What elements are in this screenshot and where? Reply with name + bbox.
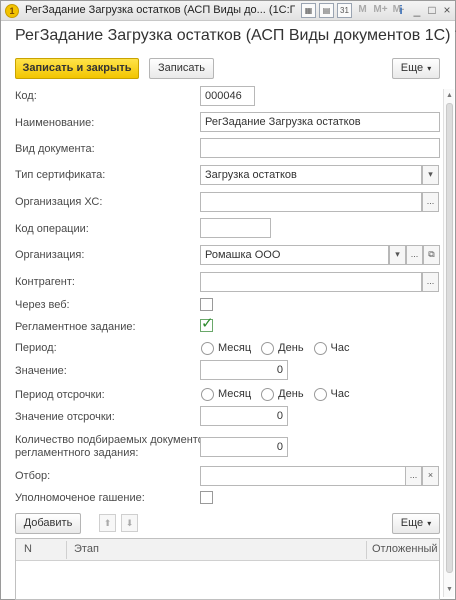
org-hs-field[interactable] bbox=[200, 192, 422, 212]
clear-icon[interactable]: × bbox=[422, 466, 439, 486]
delay-radio-day[interactable]: День bbox=[261, 387, 304, 401]
column-header-stage[interactable]: Этап bbox=[74, 543, 99, 555]
ellipsis-icon[interactable]: ... bbox=[422, 192, 439, 212]
radio-circle[interactable] bbox=[261, 387, 275, 401]
title-toolbar: ▦ ▤ 31 M M+ M- bbox=[301, 3, 406, 19]
scroll-down-icon[interactable]: ▼ bbox=[445, 585, 454, 595]
table-icon[interactable]: ▦ bbox=[301, 3, 316, 18]
memory-icon[interactable]: M bbox=[355, 3, 370, 18]
table-header: N Этап Отложенный bbox=[16, 539, 439, 561]
via-web-label: Через веб: bbox=[15, 299, 70, 311]
doc-type-field[interactable] bbox=[200, 138, 440, 158]
name-label: Наименование: bbox=[15, 117, 95, 129]
open-icon[interactable]: ⧉ bbox=[423, 245, 440, 265]
delay-value-field[interactable]: 0 bbox=[200, 406, 288, 426]
code-field[interactable]: 000046 bbox=[200, 86, 255, 106]
authorized-repay-checkbox[interactable] bbox=[200, 491, 213, 504]
counterparty-label: Контрагент: bbox=[15, 276, 75, 288]
column-divider bbox=[366, 541, 367, 559]
via-web-checkbox[interactable] bbox=[200, 298, 213, 311]
column-header-deferred[interactable]: Отложенный bbox=[372, 543, 438, 555]
calculator-icon[interactable]: ▤ bbox=[319, 3, 334, 18]
period-label: Период: bbox=[15, 342, 57, 354]
move-down-icon[interactable]: ⬇ bbox=[121, 514, 138, 532]
period-radio-month[interactable]: Месяц bbox=[201, 341, 251, 355]
scheduled-task-label: Регламентное задание: bbox=[15, 321, 136, 333]
docs-count-label-line1: Количество подбираемых документов bbox=[15, 434, 210, 446]
value-field[interactable]: 0 bbox=[200, 360, 288, 380]
filter-field[interactable] bbox=[200, 466, 422, 486]
radio-circle[interactable] bbox=[201, 387, 214, 401]
org-hs-label: Организация ХС: bbox=[15, 196, 103, 208]
column-header-n[interactable]: N bbox=[24, 543, 32, 555]
scroll-up-icon[interactable]: ▲ bbox=[445, 91, 454, 101]
scroll-thumb[interactable] bbox=[446, 103, 453, 573]
ellipsis-icon[interactable]: ... bbox=[406, 245, 423, 265]
organization-label: Организация: bbox=[15, 249, 85, 261]
minimize-button[interactable]: _ bbox=[409, 3, 425, 18]
memory-plus-icon[interactable]: M+ bbox=[373, 3, 388, 18]
radio-circle[interactable] bbox=[313, 341, 327, 355]
value-label: Значение: bbox=[15, 365, 67, 377]
period-radio-day[interactable]: День bbox=[261, 341, 304, 355]
app-window: 1 РегЗадание Загрузка остатков (АСП Виды… bbox=[0, 0, 456, 600]
save-button[interactable]: Записать bbox=[149, 58, 214, 79]
save-and-close-button[interactable]: Записать и закрыть bbox=[15, 58, 139, 79]
form-scrollbar[interactable]: ▲ ▼ bbox=[443, 89, 454, 597]
maximize-button[interactable]: □ bbox=[424, 3, 440, 18]
calendar-icon[interactable]: 31 bbox=[337, 3, 352, 18]
more-button[interactable]: Еще ▾ bbox=[392, 58, 440, 79]
more-label: Еще bbox=[400, 62, 424, 74]
organization-field[interactable]: Ромашка ООО bbox=[200, 245, 389, 265]
radio-circle[interactable] bbox=[313, 387, 327, 401]
ellipsis-icon[interactable]: ... bbox=[422, 272, 439, 292]
filter-label: Отбор: bbox=[15, 470, 51, 482]
close-button[interactable]: × bbox=[439, 3, 455, 18]
period-radio-group: Месяц День Час bbox=[201, 340, 360, 356]
move-up-icon[interactable]: ⬆ bbox=[99, 514, 116, 532]
chevron-down-icon[interactable]: ▾ bbox=[389, 245, 406, 265]
docs-count-label-line2: регламентного задания: bbox=[15, 447, 139, 459]
op-code-field[interactable] bbox=[200, 218, 271, 238]
info-icon[interactable]: i bbox=[393, 3, 409, 18]
table-more-button[interactable]: Еще ▾ bbox=[392, 513, 440, 534]
cert-type-label: Тип сертификата: bbox=[15, 169, 106, 181]
delay-period-radio-group: Месяц День Час bbox=[201, 386, 360, 402]
radio-circle[interactable] bbox=[201, 341, 214, 355]
period-radio-hour[interactable]: Час bbox=[313, 341, 350, 355]
delay-radio-hour[interactable]: Час bbox=[313, 387, 350, 401]
delay-value-label: Значение отсрочки: bbox=[15, 411, 115, 423]
page-title: РегЗадание Загрузка остатков (АСП Виды д… bbox=[15, 27, 456, 44]
window-title: РегЗадание Загрузка остатков (АСП Виды д… bbox=[25, 4, 295, 16]
docs-count-field[interactable]: 0 bbox=[200, 437, 288, 457]
column-divider bbox=[66, 541, 67, 559]
stages-table[interactable]: N Этап Отложенный bbox=[15, 538, 440, 600]
radio-circle[interactable] bbox=[261, 341, 275, 355]
app-logo-icon: 1 bbox=[5, 4, 19, 18]
delay-period-label: Период отсрочки: bbox=[15, 389, 105, 401]
scheduled-task-checkbox[interactable]: ✓ bbox=[200, 315, 214, 332]
code-label: Код: bbox=[15, 90, 37, 102]
cert-type-select[interactable]: Загрузка остатков bbox=[200, 165, 422, 185]
doc-type-label: Вид документа: bbox=[15, 143, 95, 155]
counterparty-field[interactable] bbox=[200, 272, 422, 292]
check-icon: ✓ bbox=[201, 315, 214, 332]
chevron-down-icon: ▾ bbox=[427, 64, 432, 73]
name-field[interactable]: РегЗадание Загрузка остатков bbox=[200, 112, 440, 132]
op-code-label: Код операции: bbox=[15, 223, 89, 235]
authorized-repay-label: Уполномоченое гашение: bbox=[15, 492, 145, 504]
delay-radio-month[interactable]: Месяц bbox=[201, 387, 251, 401]
chevron-down-icon: ▾ bbox=[427, 519, 432, 528]
ellipsis-icon[interactable]: ... bbox=[405, 466, 422, 486]
title-bar: 1 РегЗадание Загрузка остатков (АСП Виды… bbox=[1, 1, 455, 21]
table-more-label: Еще bbox=[400, 517, 424, 529]
chevron-down-icon[interactable]: ▾ bbox=[422, 165, 439, 185]
add-row-button[interactable]: Добавить bbox=[15, 513, 81, 534]
